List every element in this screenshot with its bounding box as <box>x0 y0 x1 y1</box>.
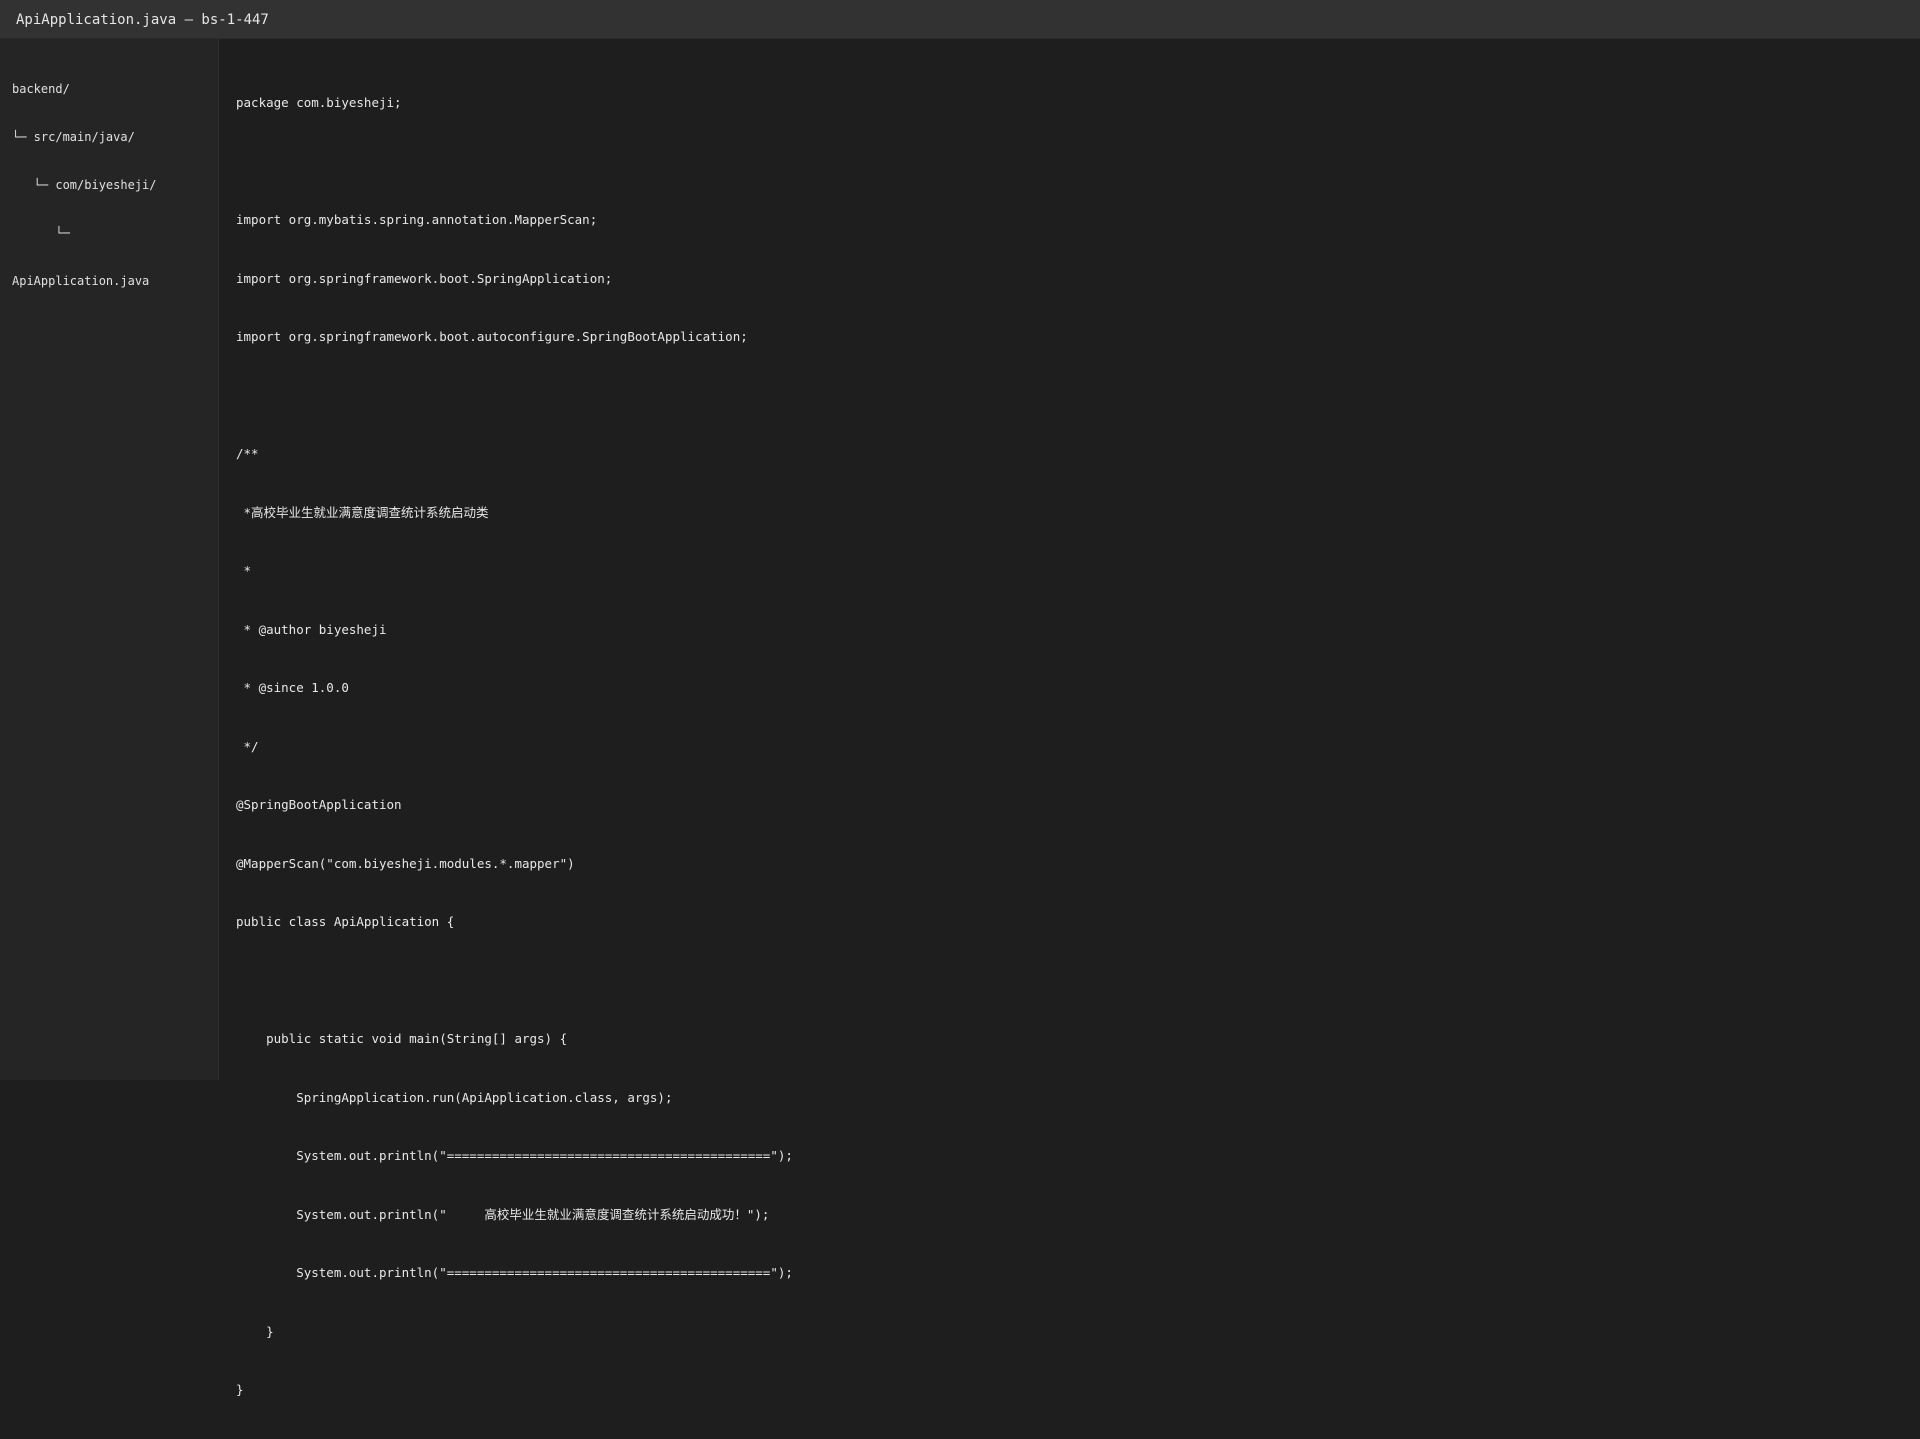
tree-item-api-application-file[interactable]: ApiApplication.java <box>12 273 157 289</box>
tree-item-backend-folder[interactable]: backend/ <box>12 81 157 97</box>
code-line: /** <box>236 446 259 461</box>
code-line: public static void main(String[] args) { <box>236 1031 568 1046</box>
code-line: @MapperScan("com.biyesheji.modules.*.map… <box>236 855 575 871</box>
code-line: } <box>236 1382 244 1397</box>
code-line: SpringApplication.run(ApiApplication.cla… <box>236 1089 673 1105</box>
file-explorer-sidebar: backend/ └─ src/main/java/ └─ com/biyesh… <box>0 39 219 1080</box>
code-line: import org.springframework.boot.SpringAp… <box>236 270 613 286</box>
code-line: System.out.println("====================… <box>236 1265 793 1280</box>
code-line: * @since 1.0.0 <box>236 680 349 695</box>
code-line: System.out.println(" 高校毕业生就业满意度调查统计系统启动成… <box>236 1206 770 1222</box>
code-content: package com.biyesheji; import org.mybati… <box>236 54 793 1439</box>
window-title: ApiApplication.java — bs-1-447 <box>16 12 269 28</box>
tree-item-src-main-java-folder[interactable]: └─ src/main/java/ <box>12 129 157 145</box>
code-line: public class ApiApplication { <box>236 914 455 929</box>
code-editor[interactable]: package com.biyesheji; import org.mybati… <box>220 39 1920 1397</box>
code-line: package com.biyesheji; <box>236 95 402 110</box>
code-line: } <box>236 1323 274 1339</box>
tree-branch-connector: └─ <box>12 226 70 240</box>
code-line: @SpringBootApplication <box>236 797 402 812</box>
code-line: import org.mybatis.spring.annotation.Map… <box>236 212 598 227</box>
tree-item-com-biyesheji-folder[interactable]: └─ com/biyesheji/ <box>12 177 157 193</box>
code-line: * <box>236 563 252 578</box>
title-bar: ApiApplication.java — bs-1-447 <box>0 0 1920 39</box>
code-line: System.out.println("====================… <box>236 1148 793 1163</box>
code-line: * @author biyesheji <box>236 621 387 637</box>
code-line: import org.springframework.boot.autoconf… <box>236 329 748 344</box>
file-tree: backend/ └─ src/main/java/ └─ com/biyesh… <box>12 49 157 321</box>
code-line: *高校毕业生就业满意度调查统计系统启动类 <box>236 504 489 520</box>
code-line: */ <box>236 738 259 754</box>
